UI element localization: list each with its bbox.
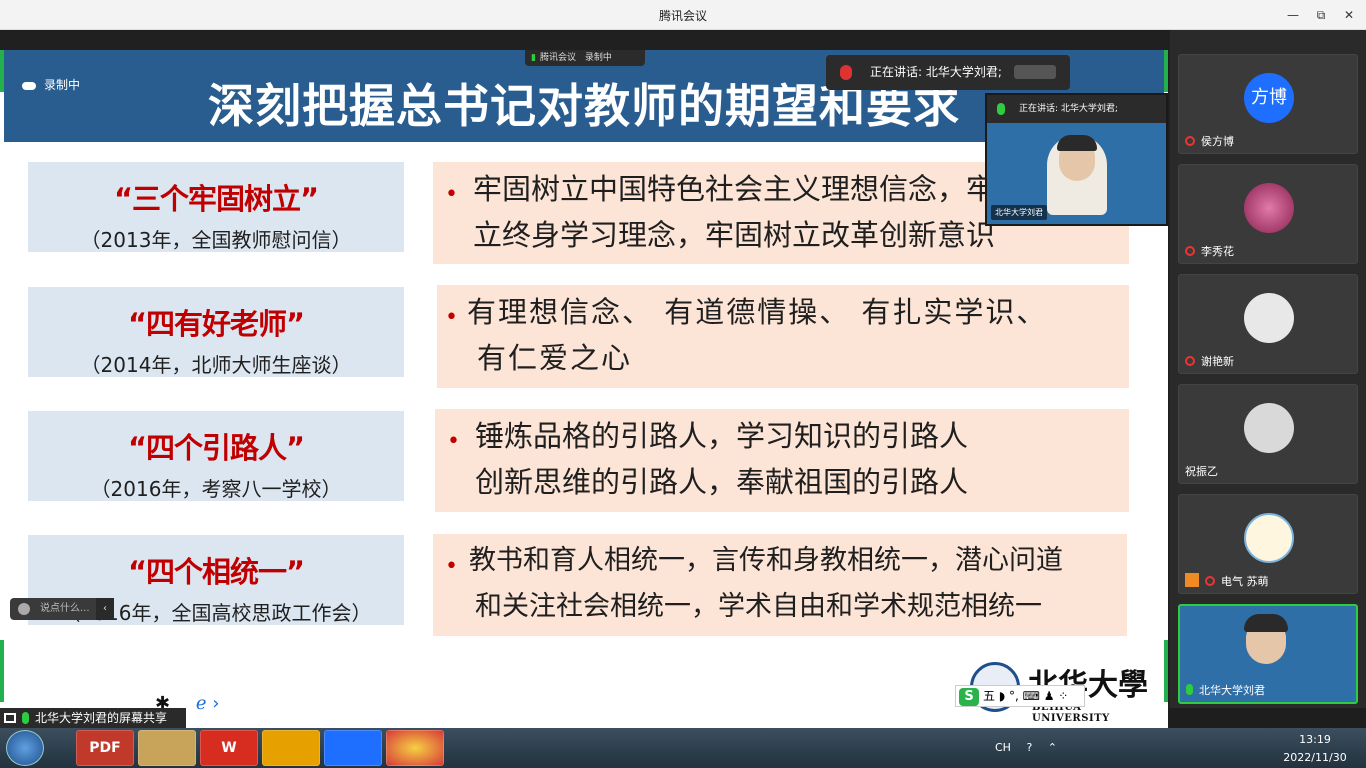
- file-explorer-button[interactable]: [138, 730, 196, 766]
- participant-tile-active[interactable]: 北华大学刘君: [1178, 604, 1358, 704]
- screen-share-label: 北华大学刘君的屏幕共享: [35, 711, 168, 725]
- mic-muted-icon: [1185, 246, 1195, 256]
- speaker-video-header: 正在讲话: 北华大学刘君;: [987, 95, 1166, 123]
- system-clock[interactable]: 13:19 2022/11/30: [1270, 730, 1360, 766]
- participant-tile[interactable]: 方博 侯方博: [1178, 54, 1358, 154]
- mic-muted-icon: [1185, 136, 1195, 146]
- chat-app-button[interactable]: [262, 730, 320, 766]
- screen-share-icon: [4, 713, 16, 723]
- mic-icon: [997, 103, 1005, 115]
- share-border-indicator: [1164, 640, 1168, 702]
- user-icon: [1185, 573, 1199, 587]
- browser-icon[interactable]: ℯ ›: [196, 693, 220, 714]
- help-icon[interactable]: ?: [1026, 741, 1032, 754]
- participant-avatar: [1244, 403, 1294, 453]
- concept-heading: “三个牢固树立”: [113, 182, 319, 216]
- participant-avatar: 方博: [1244, 73, 1294, 123]
- concept-box: “三个牢固树立” （2013年，全国教师慰问信）: [28, 162, 404, 252]
- detail-line: 和关注社会相统一，学术自由和学术规范相统一: [475, 591, 1042, 622]
- participant-avatar: [1244, 513, 1294, 563]
- chat-placeholder: 说点什么...: [40, 603, 90, 614]
- mic-icon: [22, 712, 29, 724]
- mic-muted-icon: [1205, 576, 1215, 586]
- clock-time: 13:19: [1299, 733, 1331, 746]
- start-button[interactable]: [6, 730, 44, 766]
- concept-source: （2014年，北师大师生座谈）: [80, 353, 352, 377]
- participant-avatar: [1244, 183, 1294, 233]
- participants-sidebar[interactable]: 方博 侯方博 李秀花 谢艳新 祝振乙 电气 苏萌 北华大学刘君: [1170, 30, 1366, 708]
- concept-source: （2013年，全国教师慰问信）: [80, 228, 352, 252]
- detail-line: 创新思维的引路人，奉献祖国的引路人: [475, 465, 969, 499]
- participant-tile[interactable]: 祝振乙: [1178, 384, 1358, 484]
- sogou-icon[interactable]: S: [959, 688, 979, 706]
- shared-screen-area: 录制中 深刻把握总书记对教师的期望和要求 ▮ 腾讯会议 录制中 “三个牢固树立” …: [0, 30, 1170, 738]
- participant-name: 电气 苏萌: [1221, 575, 1269, 588]
- window-title: 腾讯会议: [658, 9, 707, 23]
- bullet-icon: •: [445, 554, 458, 579]
- speaking-text: 正在讲话: 北华大学刘君;: [870, 65, 1002, 79]
- ime-tools[interactable]: 五 ◗ °, ⌨ ♟ ⁘: [983, 689, 1068, 703]
- wps-app-button[interactable]: W: [200, 730, 258, 766]
- participant-hair: [1244, 614, 1288, 632]
- concept-heading: “四个相统一”: [127, 555, 305, 589]
- participant-name: 侯方博: [1201, 135, 1234, 148]
- speaker-video-speaking: 正在讲话: 北华大学刘君;: [1019, 104, 1118, 114]
- language-indicator[interactable]: CH: [995, 741, 1011, 754]
- participant-name: 谢艳新: [1201, 355, 1234, 368]
- detail-line: 锤炼品格的引路人，学习知识的引路人: [475, 419, 969, 453]
- meeting-app-label: 腾讯会议: [539, 53, 576, 63]
- signal-icon: ▮: [531, 53, 536, 63]
- participant-tile[interactable]: 电气 苏萌: [1178, 494, 1358, 594]
- participant-name: 北华大学刘君: [1199, 684, 1265, 697]
- bullet-icon: •: [445, 182, 458, 207]
- windows-taskbar: PDF W CH ? ⌃ 13:19 2022/11/30: [0, 728, 1366, 768]
- tray-expand-icon[interactable]: ⌃: [1048, 741, 1057, 754]
- pdf-app-button[interactable]: PDF: [76, 730, 134, 766]
- mic-icon: [1186, 684, 1193, 695]
- input-method-bar[interactable]: S 五 ◗ °, ⌨ ♟ ⁘: [955, 685, 1085, 707]
- bullet-icon: •: [445, 305, 460, 330]
- chat-input-pill[interactable]: 说点什么... ‹: [10, 598, 114, 620]
- concept-box: “四有好老师” （2014年，北师大师生座谈）: [28, 287, 404, 377]
- detail-line: 有理想信念、 有道德情操、 有扎实学识、: [467, 295, 1048, 329]
- participant-name: 李秀花: [1201, 245, 1234, 258]
- concept-box: “四个引路人” （2016年，考察八一学校）: [28, 411, 404, 501]
- speaking-banner: 正在讲话: 北华大学刘君;: [826, 55, 1070, 90]
- close-button[interactable]: ✕: [1332, 4, 1366, 26]
- participant-name: 祝振乙: [1185, 465, 1218, 478]
- participant-tile[interactable]: 李秀花: [1178, 164, 1358, 264]
- concept-detail-box: • 教书和育人相统一，言传和身教相统一，潜心问道 和关注社会相统一，学术自由和学…: [433, 534, 1127, 636]
- collapse-arrow-icon[interactable]: ‹: [96, 598, 114, 620]
- screen-share-status[interactable]: 北华大学刘君的屏幕共享: [0, 708, 186, 728]
- concept-heading: “四个引路人”: [127, 431, 305, 465]
- smile-icon: [18, 603, 30, 615]
- recording-pill-label: 录制中: [584, 53, 612, 63]
- share-border-indicator: [1164, 50, 1168, 92]
- mic-muted-icon: [840, 65, 852, 80]
- detail-line: 有仁爱之心: [477, 341, 633, 375]
- bullet-icon: •: [447, 429, 460, 454]
- clock-date: 2022/11/30: [1283, 751, 1347, 764]
- participant-tile[interactable]: 谢艳新: [1178, 274, 1358, 374]
- concept-detail-box: • 锤炼品格的引路人，学习知识的引路人 创新思维的引路人，奉献祖国的引路人: [435, 409, 1129, 512]
- speaker-name: 北华大学刘君: [991, 205, 1047, 220]
- share-border-indicator: [0, 640, 4, 702]
- concept-source: （2016年，考察八一学校）: [90, 477, 342, 501]
- meeting-status-pill[interactable]: ▮ 腾讯会议 录制中: [525, 50, 645, 66]
- concept-heading: “四有好老师”: [127, 307, 305, 341]
- mic-muted-icon: [1185, 356, 1195, 366]
- concept-detail-box: • 有理想信念、 有道德情操、 有扎实学识、 有仁爱之心: [437, 285, 1129, 388]
- browser-button[interactable]: [386, 730, 444, 766]
- system-tray: CH ? ⌃: [995, 728, 1275, 768]
- audio-level-icon: [1014, 65, 1056, 79]
- speaker-hair: [1057, 135, 1097, 151]
- detail-line: 教书和育人相统一，言传和身教相统一，潜心问道: [469, 545, 1063, 576]
- tencent-meeting-button[interactable]: [324, 730, 382, 766]
- window-titlebar: 腾讯会议 — ⧉ ✕: [0, 0, 1366, 30]
- speaker-video-overlay[interactable]: 正在讲话: 北华大学刘君; 北华大学刘君: [985, 93, 1168, 226]
- participant-avatar: [1244, 293, 1294, 343]
